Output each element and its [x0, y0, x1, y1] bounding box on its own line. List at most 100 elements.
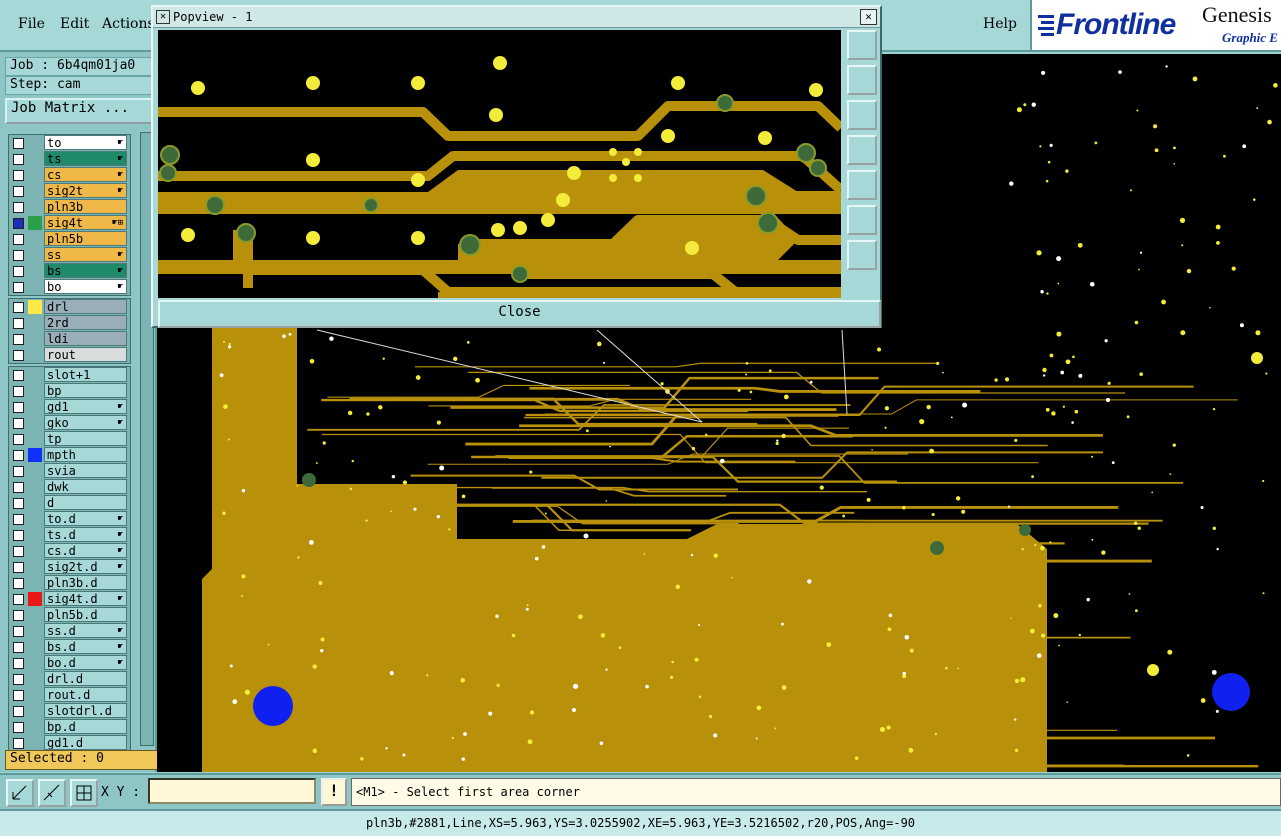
- layer-row[interactable]: ts.d ☛: [9, 527, 130, 543]
- layer-row[interactable]: bs ☛: [9, 263, 130, 279]
- layer-checkbox[interactable]: [13, 218, 24, 229]
- layer-row[interactable]: dwk: [9, 479, 130, 495]
- layer-row[interactable]: gko ☛: [9, 415, 130, 431]
- layer-row[interactable]: sig4t.d ☛: [9, 591, 130, 607]
- window-menu-icon[interactable]: ✕: [156, 10, 170, 24]
- layer-checkbox[interactable]: [13, 642, 24, 653]
- layer-row[interactable]: pln3b.d: [9, 575, 130, 591]
- zoom-out-icon[interactable]: [847, 240, 877, 270]
- layer-name[interactable]: gko ☛: [44, 415, 127, 430]
- layer-name[interactable]: ss ☛: [44, 247, 127, 262]
- layer-name[interactable]: to.d ☛: [44, 511, 127, 526]
- snap-corner-icon[interactable]: [6, 779, 34, 807]
- layer-row[interactable]: bp: [9, 383, 130, 399]
- layer-checkbox[interactable]: [13, 266, 24, 277]
- layer-name[interactable]: slotdrl.d: [44, 703, 127, 718]
- layer-checkbox[interactable]: [13, 482, 24, 493]
- close-icon[interactable]: ✕: [860, 9, 877, 25]
- layer-name[interactable]: slot+1: [44, 367, 127, 382]
- layer-checkbox[interactable]: [13, 450, 24, 461]
- layer-row[interactable]: bs.d ☛: [9, 639, 130, 655]
- zoom-in-icon[interactable]: [847, 205, 877, 235]
- layer-row[interactable]: bp.d: [9, 719, 130, 735]
- layer-checkbox[interactable]: [13, 234, 24, 245]
- layer-checkbox[interactable]: [13, 170, 24, 181]
- popview-canvas[interactable]: [158, 30, 841, 298]
- layer-name[interactable]: sig4t.d ☛: [44, 591, 127, 606]
- layer-name[interactable]: pln5b.d: [44, 607, 127, 622]
- layer-name[interactable]: bp: [44, 383, 127, 398]
- layer-checkbox[interactable]: [13, 722, 24, 733]
- layer-checkbox[interactable]: [13, 514, 24, 525]
- layer-name[interactable]: rout.d: [44, 687, 127, 702]
- layer-name[interactable]: sig2t ☛: [44, 183, 127, 198]
- layer-name[interactable]: gd1 ☛: [44, 399, 127, 414]
- layer-name[interactable]: dwk: [44, 479, 127, 494]
- layer-name[interactable]: bp.d: [44, 719, 127, 734]
- menu-help[interactable]: Help: [983, 16, 1017, 32]
- layer-name[interactable]: tp: [44, 431, 127, 446]
- layer-checkbox[interactable]: [13, 250, 24, 261]
- layer-row[interactable]: ts ☛: [9, 151, 130, 167]
- layer-checkbox[interactable]: [13, 282, 24, 293]
- popview-close-button[interactable]: Close: [158, 300, 881, 328]
- popview-titlebar[interactable]: ✕ Popview - 1: [153, 7, 880, 28]
- layer-checkbox[interactable]: [13, 350, 24, 361]
- layer-name[interactable]: pln5b: [44, 231, 127, 246]
- layer-checkbox[interactable]: [13, 418, 24, 429]
- layer-row[interactable]: drl.d: [9, 671, 130, 687]
- layer-row[interactable]: tp: [9, 431, 130, 447]
- layer-name[interactable]: rout: [44, 347, 127, 362]
- layer-row[interactable]: cs.d ☛: [9, 543, 130, 559]
- layer-row[interactable]: gd1.d: [9, 735, 130, 751]
- layer-row[interactable]: svia: [9, 463, 130, 479]
- layer-row[interactable]: rout: [9, 347, 130, 363]
- layer-row[interactable]: gd1 ☛: [9, 399, 130, 415]
- layer-checkbox[interactable]: [13, 334, 24, 345]
- layer-name[interactable]: ss.d ☛: [44, 623, 127, 638]
- layer-name[interactable]: gd1.d: [44, 735, 127, 750]
- layer-row[interactable]: bo ☛: [9, 279, 130, 295]
- layer-checkbox[interactable]: [13, 318, 24, 329]
- menu-actions[interactable]: Actions: [102, 16, 155, 32]
- xy-input[interactable]: [148, 778, 316, 804]
- layer-checkbox[interactable]: [13, 546, 24, 557]
- layer-name[interactable]: bs.d ☛: [44, 639, 127, 654]
- layer-row[interactable]: pln5b.d: [9, 607, 130, 623]
- menu-file[interactable]: File: [18, 16, 45, 32]
- layer-checkbox[interactable]: [13, 466, 24, 477]
- alert-button[interactable]: !: [321, 778, 347, 806]
- layer-name[interactable]: bo ☛: [44, 279, 127, 294]
- layer-row[interactable]: pln3b: [9, 199, 130, 215]
- job-matrix-button[interactable]: Job Matrix ...: [5, 98, 161, 124]
- layer-checkbox[interactable]: [13, 674, 24, 685]
- layer-name[interactable]: pln3b: [44, 199, 127, 214]
- layer-checkbox[interactable]: [13, 370, 24, 381]
- layer-row[interactable]: ss ☛: [9, 247, 130, 263]
- layer-name[interactable]: ldi: [44, 331, 127, 346]
- layer-name[interactable]: sig4t ☛⊞: [44, 215, 127, 230]
- layer-checkbox[interactable]: [13, 690, 24, 701]
- layer-name[interactable]: d: [44, 495, 127, 510]
- layer-row[interactable]: slot+1: [9, 367, 130, 383]
- layer-row[interactable]: to ☛: [9, 135, 130, 151]
- layer-name[interactable]: cs.d ☛: [44, 543, 127, 558]
- layer-row[interactable]: sig4t ☛⊞: [9, 215, 130, 231]
- layer-checkbox[interactable]: [13, 658, 24, 669]
- layer-name[interactable]: bo.d ☛: [44, 655, 127, 670]
- layer-checkbox[interactable]: [13, 706, 24, 717]
- layer-name[interactable]: drl.d: [44, 671, 127, 686]
- layer-checkbox[interactable]: [13, 202, 24, 213]
- layer-checkbox[interactable]: [13, 738, 24, 749]
- layer-row[interactable]: bo.d ☛: [9, 655, 130, 671]
- zoom-fit-icon[interactable]: [847, 30, 877, 60]
- layer-name[interactable]: drl: [44, 299, 127, 314]
- layer-row[interactable]: slotdrl.d: [9, 703, 130, 719]
- layer-name[interactable]: 2rd: [44, 315, 127, 330]
- layer-checkbox[interactable]: [13, 530, 24, 541]
- layer-checkbox[interactable]: [13, 138, 24, 149]
- layer-row[interactable]: mpth: [9, 447, 130, 463]
- layer-name[interactable]: ts ☛: [44, 151, 127, 166]
- layer-checkbox[interactable]: [13, 386, 24, 397]
- layer-row[interactable]: pln5b: [9, 231, 130, 247]
